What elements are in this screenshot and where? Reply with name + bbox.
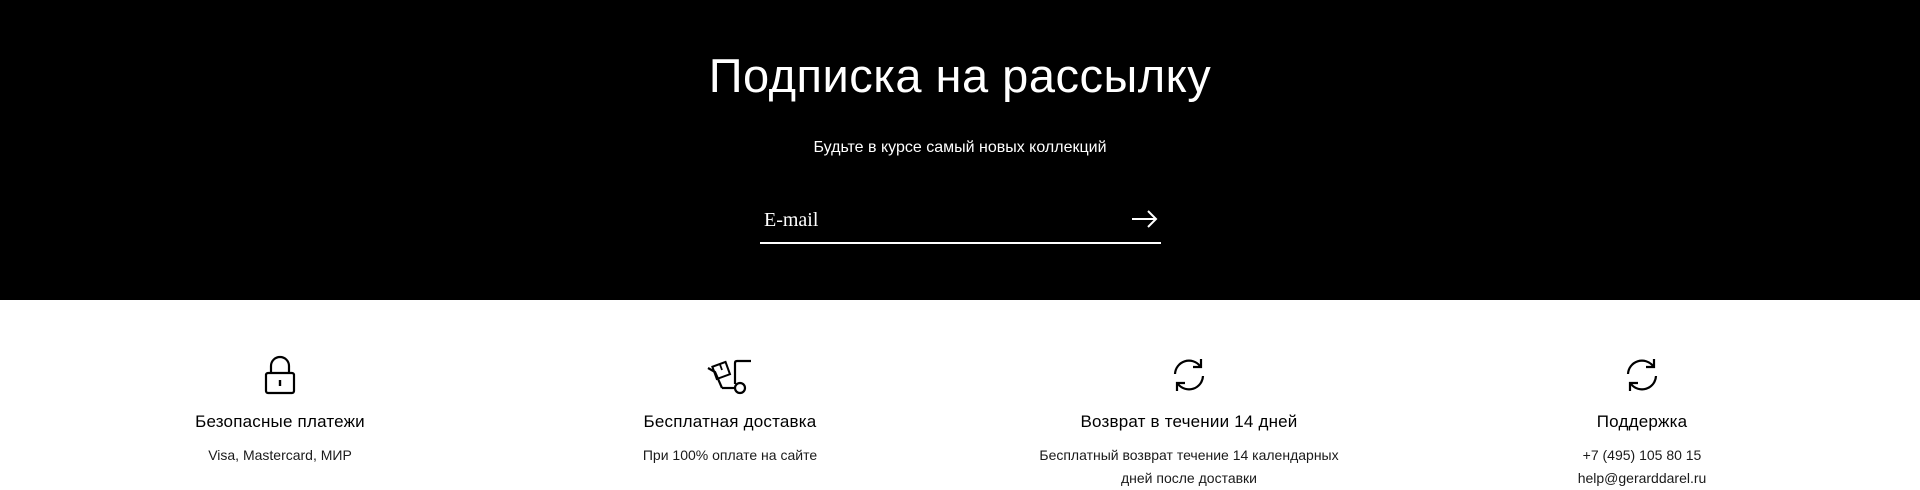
refresh-icon	[1626, 359, 1658, 391]
feature-description: +7 (495) 105 80 15 help@gerarddarel.ru	[1442, 444, 1842, 490]
lock-icon	[264, 355, 296, 395]
support-email[interactable]: help@gerarddarel.ru	[1442, 467, 1842, 490]
arrow-right-icon	[1132, 210, 1158, 228]
feature-description: При 100% оплате на сайте	[530, 444, 930, 467]
subscribe-form	[760, 198, 1161, 244]
feature-title: Поддержка	[1596, 412, 1688, 431]
features-section: Безопасные платежи Visa, Mastercard, МИР…	[0, 300, 1920, 486]
feature-line: Бесплатный возврат течение 14 календарны…	[1039, 447, 1339, 463]
newsletter-subtitle: Будьте в курсе самый новых коллекций	[813, 139, 1107, 156]
feature-title: Возврат в течении 14 дней	[1080, 412, 1298, 431]
newsletter-section: Подписка на рассылку Будьте в курсе самы…	[0, 0, 1920, 300]
email-input[interactable]	[764, 204, 1104, 236]
feature-title: Бесплатная доставка	[643, 412, 817, 431]
support-phone[interactable]: +7 (495) 105 80 15	[1442, 444, 1842, 467]
feature-line: дней после доставки	[1121, 470, 1257, 486]
refresh-icon	[1173, 359, 1205, 391]
feature-description: Visa, Mastercard, МИР	[80, 444, 480, 467]
delivery-cart-icon	[707, 359, 751, 395]
feature-line: Visa, Mastercard, МИР	[208, 447, 352, 463]
subscribe-submit-button[interactable]	[1127, 202, 1161, 236]
feature-line: При 100% оплате на сайте	[642, 447, 818, 463]
feature-title: Безопасные платежи	[195, 412, 365, 431]
newsletter-title: Подписка на рассылку	[708, 49, 1212, 102]
feature-description: Бесплатный возврат течение 14 календарны…	[989, 444, 1389, 490]
